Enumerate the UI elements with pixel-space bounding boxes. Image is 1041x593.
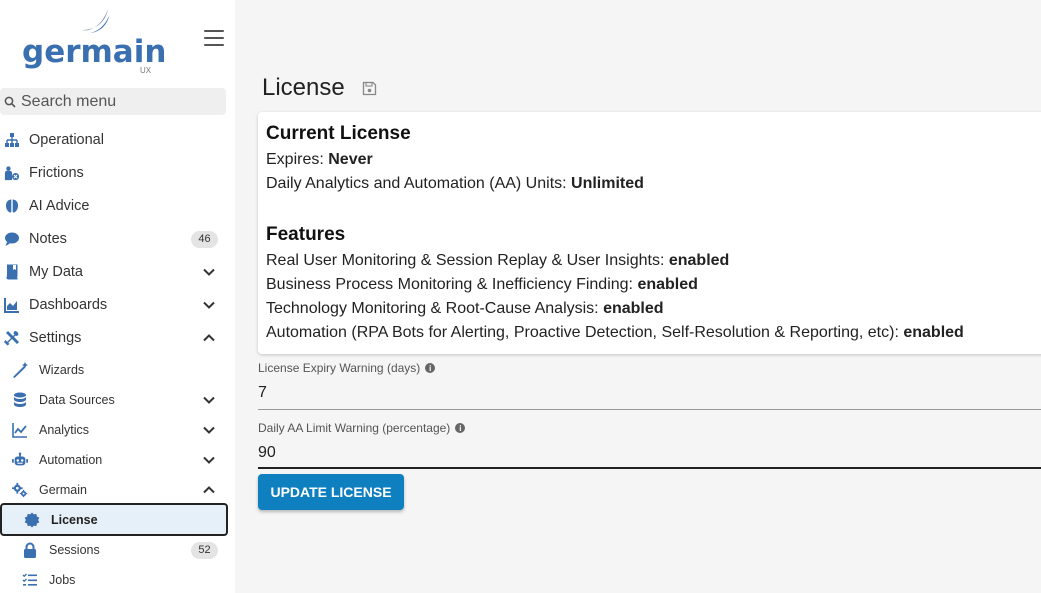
sidebar-item-label: Operational — [29, 132, 104, 148]
sidebar-item-data-sources[interactable]: Data Sources — [0, 385, 228, 415]
aa-warning-label: Daily AA Limit Warning (percentage) i — [258, 421, 466, 435]
sidebar-item-label: Analytics — [39, 423, 90, 437]
expires-label: Expires: — [266, 151, 329, 168]
sidebar-item-ai-advice[interactable]: AI Advice — [0, 191, 228, 221]
units-label: Daily Analytics and Automation (AA) Unit… — [266, 175, 572, 192]
units-value: Unlimited — [571, 175, 644, 192]
sidebar-item-settings[interactable]: Settings — [0, 323, 228, 353]
units-line: Daily Analytics and Automation (AA) Unit… — [266, 175, 644, 193]
sidebar-item-label: Data Sources — [39, 393, 115, 407]
info-icon[interactable]: i — [425, 363, 436, 373]
area-chart-icon — [4, 297, 20, 313]
search-icon — [4, 96, 18, 108]
sidebar-item-analytics[interactable]: Analytics — [0, 415, 228, 445]
comment-icon — [4, 231, 20, 247]
menu-toggle-icon[interactable] — [204, 30, 224, 48]
chevron-down-icon[interactable] — [202, 393, 216, 407]
book-icon — [4, 264, 20, 280]
feature-status: enabled — [603, 300, 664, 317]
license-card: Current License Expires: Never Daily Ana… — [258, 112, 1041, 354]
search-input[interactable] — [21, 92, 221, 111]
sidebar-item-jobs[interactable]: Jobs — [0, 565, 228, 593]
database-icon — [12, 392, 28, 408]
sidebar-item-label: Dashboards — [29, 297, 108, 313]
logo-swoosh-icon — [82, 9, 109, 34]
feature-status: enabled — [903, 324, 964, 341]
sidebar-item-label: Germain — [39, 483, 87, 497]
logo-wordmark: germain — [22, 34, 167, 70]
sidebar-item-label: Wizards — [39, 363, 85, 377]
sidebar-item-label: Jobs — [49, 573, 76, 587]
feature-label: Business Process Monitoring & Inefficien… — [266, 276, 638, 293]
feature-line: Automation (RPA Bots for Alerting, Proac… — [266, 324, 964, 342]
expires-value: Never — [328, 151, 373, 168]
feature-label: Technology Monitoring & Root-Cause Analy… — [266, 300, 604, 317]
search-box — [0, 88, 226, 115]
info-icon[interactable]: i — [455, 423, 466, 433]
feature-label: Real User Monitoring & Session Replay & … — [266, 252, 669, 269]
sidebar-item-germain[interactable]: Germain — [0, 475, 228, 505]
sessions-count-badge: 52 — [191, 541, 218, 559]
certificate-icon — [24, 511, 40, 528]
cogs-icon — [12, 482, 28, 498]
feature-line: Business Process Monitoring & Inefficien… — [266, 276, 698, 294]
line-chart-icon — [12, 422, 28, 438]
sidebar-item-wizards[interactable]: Wizards — [0, 355, 228, 385]
sidebar-item-license[interactable]: License — [0, 503, 228, 536]
sidebar-item-label: Automation — [39, 453, 103, 467]
sidebar-item-label: My Data — [29, 264, 83, 280]
feature-status: enabled — [668, 252, 730, 269]
features-heading: Features — [266, 224, 346, 245]
sitemap-icon — [4, 132, 20, 148]
expiry-warning-input[interactable] — [258, 377, 1041, 409]
sidebar-item-label: Settings — [29, 330, 82, 346]
chevron-up-icon[interactable] — [202, 483, 216, 497]
robot-icon — [12, 452, 28, 468]
feature-line: Real User Monitoring & Session Replay & … — [266, 252, 729, 270]
page-title: License — [262, 74, 345, 101]
sidebar-item-automation[interactable]: Automation — [0, 445, 228, 475]
chevron-down-icon[interactable] — [202, 453, 216, 467]
sidebar-item-frictions[interactable]: Frictions — [0, 158, 228, 188]
sidebar-item-label: Sessions — [49, 543, 100, 557]
aa-warning-label-text: Daily AA Limit Warning (percentage) — [258, 421, 451, 435]
chevron-down-icon[interactable] — [202, 265, 216, 279]
tasks-icon — [22, 572, 38, 588]
expires-line: Expires: Never — [266, 151, 373, 169]
logo-sub: UX — [140, 66, 152, 75]
tools-icon — [4, 330, 20, 346]
aa-warning-input[interactable] — [258, 437, 1041, 469]
expiry-warning-underline — [258, 409, 1041, 410]
sidebar-item-sessions[interactable]: Sessions 52 — [0, 535, 228, 565]
expiry-warning-label-text: License Expiry Warning (days) — [258, 361, 421, 375]
chevron-up-icon[interactable] — [202, 331, 216, 345]
sidebar: germain UX Operational Frictions AI Advi… — [0, 0, 235, 593]
germain-logo[interactable]: germain UX — [22, 6, 166, 76]
feature-line: Technology Monitoring & Root-Cause Analy… — [266, 300, 664, 318]
expiry-warning-label: License Expiry Warning (days) i — [258, 361, 436, 375]
lock-icon — [22, 542, 38, 558]
feature-label: Automation (RPA Bots for Alerting, Proac… — [266, 324, 904, 341]
sidebar-item-notes[interactable]: Notes 46 — [0, 224, 228, 254]
chevron-down-icon[interactable] — [202, 298, 216, 312]
sidebar-item-dashboards[interactable]: Dashboards — [0, 290, 228, 320]
save-icon[interactable] — [362, 81, 377, 96]
chevron-down-icon[interactable] — [202, 423, 216, 437]
aa-warning-underline — [258, 467, 1041, 469]
wand-icon — [12, 362, 28, 378]
update-license-button[interactable]: UPDATE LICENSE — [258, 474, 404, 510]
sidebar-item-operational[interactable]: Operational — [0, 125, 228, 155]
current-license-heading: Current License — [266, 123, 411, 144]
feature-status: enabled — [637, 276, 698, 293]
brain-icon — [4, 198, 20, 214]
sidebar-item-label: AI Advice — [29, 198, 90, 214]
sidebar-item-my-data[interactable]: My Data — [0, 257, 228, 287]
person-error-icon — [4, 165, 20, 181]
notes-count-badge: 46 — [191, 230, 218, 248]
sidebar-item-label: Notes — [29, 231, 67, 247]
sidebar-item-label: License — [51, 512, 98, 527]
sidebar-item-label: Frictions — [29, 165, 84, 181]
